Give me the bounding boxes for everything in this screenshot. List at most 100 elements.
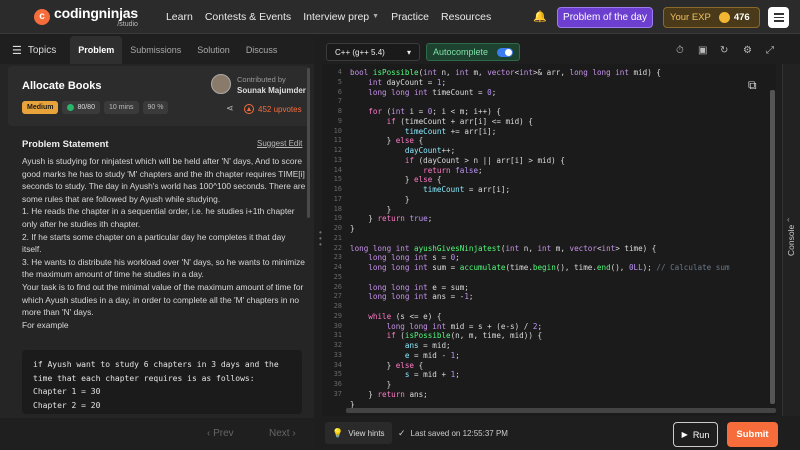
line-number: 25 (333, 272, 342, 281)
nav-learn[interactable]: Learn (166, 11, 193, 23)
score-badge: 80/80 (62, 101, 100, 114)
chevron-left-icon[interactable]: ‹ (787, 215, 790, 224)
line-number: 23 (333, 253, 342, 262)
run-button[interactable]: ▶ Run (673, 422, 718, 447)
upvote-icon: ▲ (244, 104, 254, 114)
exp-label: Your EXP (670, 12, 711, 23)
problem-tabs: ☰ Topics Problem Submissions Solution Di… (0, 36, 314, 64)
problem-of-the-day-button[interactable]: Problem of the day (557, 7, 653, 28)
submit-button[interactable]: Submit (727, 422, 778, 447)
share-icon[interactable]: ⋖ (226, 103, 234, 114)
topics-button[interactable]: ☰ Topics (12, 44, 56, 57)
editor-vertical-scrollbar[interactable] (770, 90, 775, 404)
score-dot-icon (67, 104, 75, 111)
autocomplete-toggle[interactable]: Autocomplete (426, 43, 520, 61)
chevron-down-icon: ▼ (372, 13, 380, 20)
prev-button[interactable]: ‹ Prev (207, 428, 234, 439)
line-number: 32 (333, 341, 342, 349)
copy-icon[interactable]: ⧉ (748, 78, 757, 93)
view-hints-button[interactable]: 💡 View hints (325, 422, 392, 444)
exp-badge[interactable]: Your EXP 476 (663, 7, 760, 28)
coding-ninjas-logo[interactable]: c codingninjas /studio (34, 6, 138, 28)
upvote-button[interactable]: ▲ 452 upvotes (244, 104, 302, 114)
problem-title: Allocate Books (22, 80, 102, 92)
line-number: 4 (337, 68, 342, 76)
line-number: 15 (333, 175, 342, 184)
line-number: 31 (333, 331, 342, 340)
line-numbers: 4 5 6 7 8 9 10 11 12 13 14 15 16 17 18 19 20 21 22 23 24 25 26… (322, 68, 342, 400)
problem-badges: Medium 80/80 10 mins 90 % (22, 101, 172, 114)
save-icon[interactable]: ▣ (698, 45, 707, 56)
line-number: 24 (333, 263, 342, 271)
fullscreen-icon[interactable]: ⤢ (766, 45, 774, 56)
tab-problem[interactable]: Problem (70, 36, 123, 64)
brand-sub: /studio (117, 20, 138, 28)
line-number: 27 (333, 292, 342, 301)
bell-icon[interactable]: 🔔 (533, 10, 547, 23)
avatar[interactable] (211, 74, 231, 94)
nav-resources[interactable]: Resources (441, 11, 491, 23)
accuracy-badge: 90 % (142, 101, 169, 114)
line-number: 34 (333, 360, 342, 369)
line-number: 9 (337, 116, 342, 125)
line-number: 21 (333, 233, 342, 242)
line-number: 7 (337, 97, 342, 106)
example-block: if Ayush want to study 6 chapters in 3 d… (22, 350, 302, 414)
hamburger-menu-button[interactable] (768, 7, 789, 28)
line-number: 19 (333, 214, 342, 223)
last-saved-status: ✓ Last saved on 12:55:37 PM (398, 428, 508, 438)
code-editor[interactable]: 4 5 6 7 8 9 10 11 12 13 14 15 16 17 18 19 20 21 22 23 24 25 26… (322, 64, 776, 416)
tab-discuss[interactable]: Discuss (238, 36, 286, 64)
problem-description: Ayush is studying for ninjatest which wi… (22, 156, 306, 330)
reset-icon[interactable]: ↻ (720, 45, 728, 56)
tab-submissions[interactable]: Submissions (122, 36, 189, 64)
main-nav: Learn Contests & Events Interview prep ▼ … (166, 11, 503, 23)
nav-contests[interactable]: Contests & Events (205, 11, 291, 23)
nav-practice[interactable]: Practice (391, 11, 429, 23)
problem-statement-heading: Problem Statement (22, 139, 109, 150)
line-number: 13 (333, 155, 342, 164)
line-number: 28 (333, 302, 342, 310)
line-number: 5 (337, 77, 342, 86)
editor-horizontal-scrollbar[interactable] (346, 408, 776, 413)
line-number: 18 (333, 204, 342, 213)
line-number: 30 (333, 321, 342, 330)
line-number: 37 (333, 389, 342, 398)
brand-name: codingninjas (54, 4, 138, 21)
chevron-down-icon: ▾ (406, 47, 411, 57)
time-badge: 10 mins (103, 101, 139, 114)
line-number: 20 (333, 224, 342, 232)
menu-arrow-icon: ☰ (12, 44, 22, 57)
contributed-by-label: Contributed by (237, 75, 286, 84)
tab-solution[interactable]: Solution (189, 36, 238, 64)
line-number: 8 (337, 107, 342, 115)
next-button[interactable]: Next › (269, 428, 296, 439)
line-number: 33 (333, 350, 342, 359)
exp-value: 476 (733, 12, 750, 23)
timer-icon[interactable]: ⏱ (676, 45, 684, 56)
toggle-switch[interactable] (497, 47, 513, 57)
line-number: 12 (333, 146, 342, 154)
difficulty-badge: Medium (22, 101, 59, 114)
coin-icon (718, 12, 730, 23)
author-name[interactable]: Sounak Majumder (237, 86, 306, 95)
line-number: 26 (333, 282, 342, 291)
suggest-edit-link[interactable]: Suggest Edit (257, 139, 302, 148)
nav-interview-prep[interactable]: Interview prep ▼ (303, 11, 379, 23)
code-content[interactable]: bool isPossible(int n, int m, vector<int… (350, 68, 730, 409)
gear-icon[interactable]: ⚙ (743, 45, 752, 56)
line-number: 14 (333, 165, 342, 174)
problem-scrollbar[interactable] (307, 68, 310, 218)
check-icon: ✓ (398, 428, 406, 438)
line-number: 29 (333, 311, 342, 320)
line-number: 17 (333, 194, 342, 203)
pager (0, 420, 314, 450)
language-select[interactable]: C++ (g++ 5.4) ▾ (326, 43, 420, 61)
console-label[interactable]: Console (786, 225, 796, 256)
line-number: 35 (333, 370, 342, 379)
line-number: 22 (333, 243, 342, 252)
line-number: 11 (333, 136, 342, 145)
ninja-logo-icon: c (34, 8, 50, 25)
line-number: 6 (337, 87, 342, 96)
play-icon: ▶ (681, 430, 688, 439)
